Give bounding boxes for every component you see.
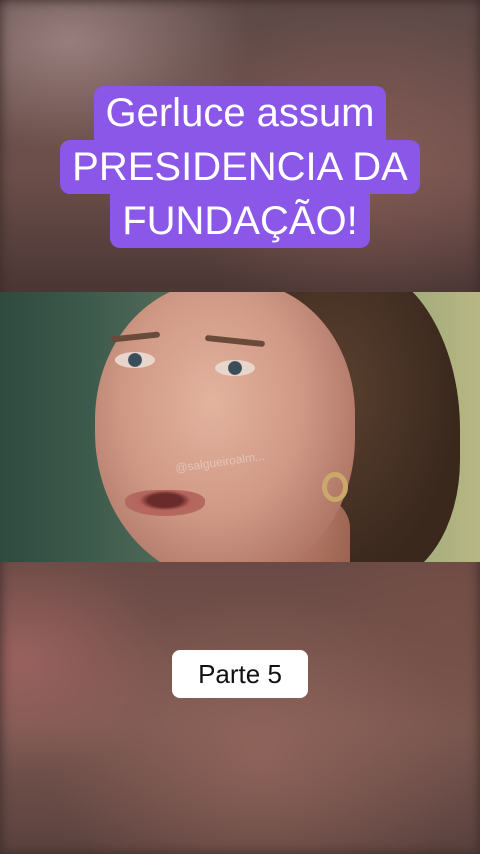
face-shape xyxy=(95,292,355,562)
headline-line-2: PRESIDENCIA DA xyxy=(60,140,420,194)
video-frame[interactable] xyxy=(0,292,480,562)
headline-line-1: Gerluce assum xyxy=(93,86,387,140)
headline: Gerluce assum PRESIDENCIA DA FUNDAÇÃO! xyxy=(32,86,448,248)
mouth-shape xyxy=(125,490,205,516)
left-eye xyxy=(115,352,155,368)
right-eye xyxy=(215,360,255,376)
video-screen[interactable]: @salgueiroalm... Gerluce assum PRESIDENC… xyxy=(0,0,480,854)
earring xyxy=(322,472,348,502)
headline-line-3: FUNDAÇÃO! xyxy=(110,194,370,248)
part-label: Parte 5 xyxy=(172,650,308,698)
